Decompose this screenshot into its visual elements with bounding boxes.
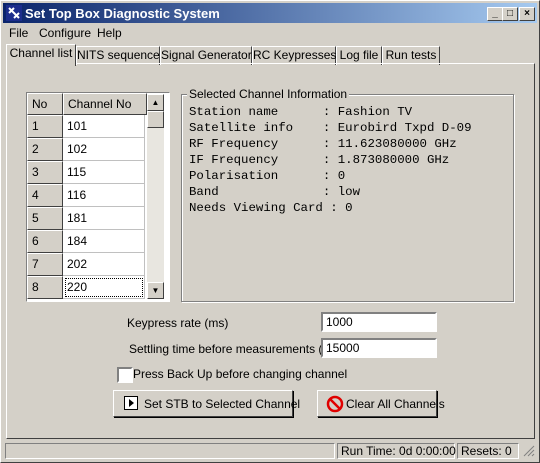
tab-channel-list[interactable]: Channel list: [6, 44, 76, 66]
menu-configure[interactable]: Configure: [39, 26, 91, 40]
grid-row-number: 3: [27, 161, 63, 184]
grid-row-number: 7: [27, 253, 63, 276]
grid-channel-cell[interactable]: 202: [63, 253, 145, 276]
minimize-button[interactable]: _: [487, 7, 503, 21]
status-resets: Resets: 0: [457, 443, 519, 459]
info-needs-viewing-card: Needs Viewing Card : 0: [189, 201, 353, 215]
info-band: Band : low: [189, 185, 361, 199]
status-run-time: Run Time: 0d 0:00:00: [337, 443, 456, 459]
menu-help[interactable]: Help: [97, 26, 122, 40]
grid-row-number: 6: [27, 230, 63, 253]
play-icon: [124, 396, 138, 410]
settling-time-input[interactable]: 15000: [321, 338, 437, 358]
no-entry-icon: [326, 395, 344, 413]
maximize-button[interactable]: □: [502, 7, 518, 21]
set-stb-channel-button[interactable]: Set STB to Selected Channel: [113, 390, 300, 417]
set-stb-label: Set STB to Selected Channel: [144, 397, 301, 411]
grid-header-channel: Channel No: [63, 93, 147, 115]
scroll-thumb[interactable]: [147, 111, 164, 128]
info-polarisation: Polarisation : 0: [189, 169, 346, 183]
clear-all-channels-button[interactable]: Clear All Channels: [317, 390, 445, 417]
arrow-up-icon: ▲: [151, 98, 160, 107]
menu-bar: File Configure Help: [3, 24, 537, 42]
close-icon: ×: [524, 8, 530, 19]
press-back-up-checkbox[interactable]: [117, 367, 133, 383]
selected-channel-info-label: Selected Channel Information: [187, 87, 350, 101]
grid-channel-cell[interactable]: 181: [63, 207, 145, 230]
info-rf-frequency: RF Frequency : 11.623080000 GHz: [189, 137, 457, 151]
grid-channel-cell[interactable]: 101: [63, 115, 145, 138]
grid-row-number: 5: [27, 207, 63, 230]
press-back-up-label: Press Back Up before changing channel: [133, 367, 348, 381]
grid-row-number: 2: [27, 138, 63, 161]
keypress-rate-label: Keypress rate (ms): [127, 316, 229, 330]
status-pane-main: [5, 443, 335, 459]
settling-time-label: Settling time before measurements (ms): [129, 342, 343, 356]
scroll-up-button[interactable]: ▲: [147, 94, 164, 111]
grid-row-number: 8: [27, 276, 63, 299]
info-satellite: Satellite info : Eurobird Txpd D-09: [189, 121, 472, 135]
grid-channel-cell[interactable]: 184: [63, 230, 145, 253]
grid-channel-cell[interactable]: 102: [63, 138, 145, 161]
resize-grip-icon[interactable]: [523, 445, 535, 457]
main-window: Set Top Box Diagnostic System _ □ × File…: [0, 0, 540, 463]
menu-file[interactable]: File: [9, 26, 28, 40]
grid-channel-cell[interactable]: 115: [63, 161, 145, 184]
arrow-down-icon: ▼: [151, 286, 160, 295]
app-satellite-icon: [6, 5, 22, 21]
grid-vertical-scrollbar[interactable]: ▲ ▼: [147, 94, 164, 299]
info-if-frequency: IF Frequency : 1.873080000 GHz: [189, 153, 450, 167]
scroll-down-button[interactable]: ▼: [147, 282, 164, 299]
title-bar[interactable]: Set Top Box Diagnostic System _ □ ×: [3, 3, 537, 23]
close-button[interactable]: ×: [519, 7, 535, 21]
keypress-rate-input[interactable]: 1000: [321, 312, 437, 332]
channel-grid[interactable]: No Channel No 1 101 2 102 3 115 4 116 5 …: [26, 92, 170, 302]
status-bar: Run Time: 0d 0:00:00 Resets: 0: [3, 442, 537, 460]
clear-all-label: Clear All Channels: [346, 397, 445, 411]
maximize-icon: □: [506, 8, 514, 19]
grid-row-number: 1: [27, 115, 63, 138]
minimize-icon: _: [492, 8, 498, 19]
grid-header-no: No: [27, 93, 63, 115]
grid-channel-cell[interactable]: 116: [63, 184, 145, 207]
info-station-name: Station name : Fashion TV: [189, 105, 413, 119]
window-title: Set Top Box Diagnostic System: [25, 6, 220, 21]
grid-channel-cell-selected[interactable]: 220: [63, 276, 145, 299]
grid-row-number: 4: [27, 184, 63, 207]
